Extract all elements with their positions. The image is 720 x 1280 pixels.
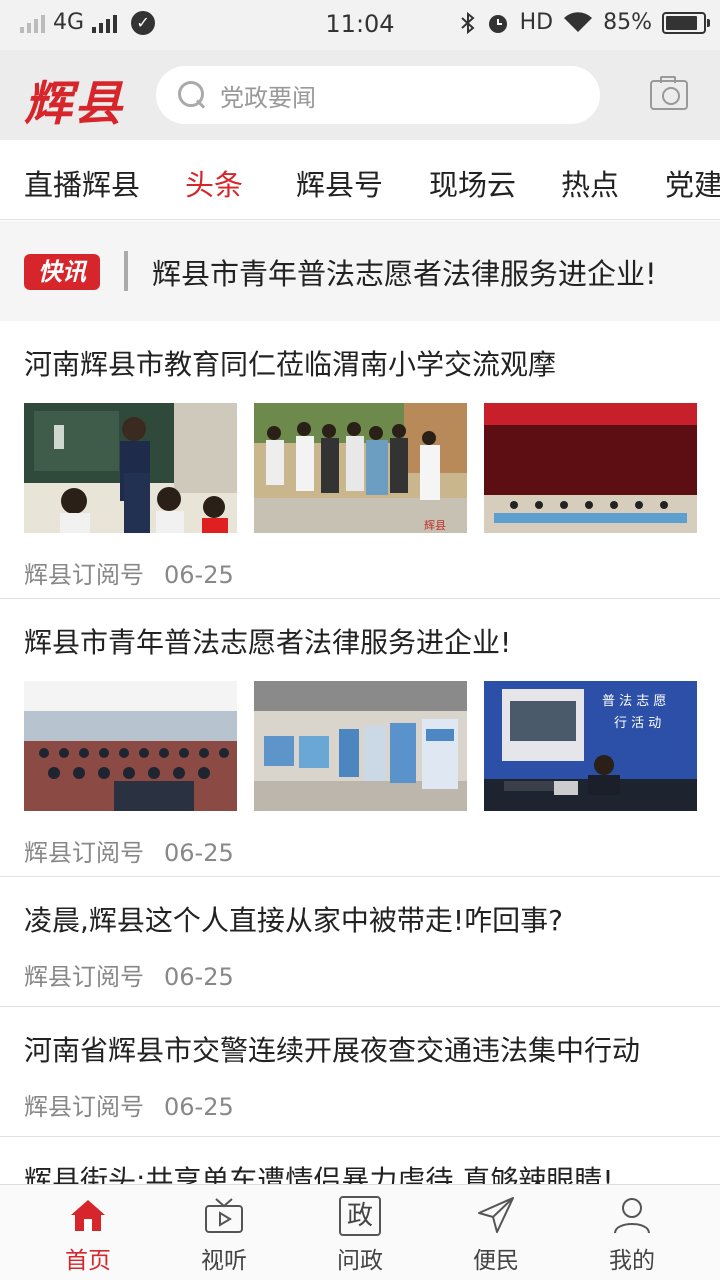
news-thumbnail-exhibition[interactable] — [254, 681, 467, 811]
status-bar: 4G ✓ 11:04 HD 85% — [0, 0, 720, 50]
flash-headline[interactable]: 辉县市青年普法志愿者法律服务进企业! — [152, 251, 657, 293]
nav-profile[interactable]: 我的 — [564, 1185, 700, 1280]
search-input[interactable]: 党政要闻 — [156, 66, 600, 124]
battery-icon — [662, 11, 710, 34]
hd-indicator: HD — [519, 10, 554, 35]
news-item[interactable]: 辉县街头:共享单车遭情侣暴力虐待,真够辣眼睛! — [0, 1137, 720, 1184]
news-thumbnail-visit[interactable]: 辉县 — [254, 403, 467, 533]
news-title[interactable]: 辉县街头:共享单车遭情侣暴力虐待,真够辣眼睛! — [24, 1159, 614, 1184]
svg-text:行 活 动: 行 活 动 — [614, 716, 661, 731]
news-thumbnail-stage[interactable] — [484, 403, 697, 533]
news-meta: 辉县订阅号 06-25 — [24, 555, 234, 590]
news-meta: 辉县订阅号 06-25 — [24, 957, 234, 992]
app-header: 辉县 党政要闻 — [0, 50, 720, 140]
svg-text:普 法 志 愿: 普 法 志 愿 — [602, 694, 666, 709]
nav-media[interactable]: 视听 — [156, 1185, 292, 1280]
alarm-icon — [488, 14, 507, 33]
nav-label: 首页 — [65, 1248, 111, 1274]
news-item[interactable]: 河南辉县市教育同仁莅临渭南小学交流观摩 辉县 辉县订阅号 06-25 — [0, 321, 720, 599]
nav-label: 我的 — [609, 1248, 655, 1274]
news-title[interactable]: 凌晨,辉县这个人直接从家中被带走!咋回事? — [24, 899, 563, 939]
news-date: 06-25 — [164, 839, 234, 867]
news-source: 辉县订阅号 — [24, 839, 144, 867]
news-source: 辉县订阅号 — [24, 561, 144, 589]
battery-percent: 85% — [603, 10, 652, 35]
news-source: 辉县订阅号 — [24, 963, 144, 991]
search-icon — [178, 81, 206, 109]
user-icon — [614, 1198, 650, 1234]
news-date: 06-25 — [164, 561, 234, 589]
news-title[interactable]: 辉县市青年普法志愿者法律服务进企业! — [24, 621, 511, 661]
nav-home[interactable]: 首页 — [20, 1185, 156, 1280]
search-placeholder: 党政要闻 — [220, 83, 316, 112]
news-title[interactable]: 河南省辉县市交警连续开展夜查交通违法集中行动 — [24, 1029, 640, 1069]
news-source: 辉县订阅号 — [24, 1093, 144, 1121]
nav-services[interactable]: 便民 — [428, 1185, 564, 1280]
nav-label: 便民 — [473, 1248, 519, 1274]
news-date: 06-25 — [164, 1093, 234, 1121]
flash-news[interactable]: 快讯 辉县市青年普法志愿者法律服务进企业! — [0, 221, 720, 321]
news-meta: 辉县订阅号 06-25 — [24, 833, 234, 868]
wifi-icon — [564, 11, 593, 32]
bluetooth-icon — [460, 11, 475, 34]
svg-text:辉县: 辉县 — [424, 519, 446, 532]
tab-party-building[interactable]: 党建 — [665, 162, 720, 204]
news-title[interactable]: 河南辉县市教育同仁莅临渭南小学交流观摩 — [24, 343, 556, 383]
camera-icon[interactable] — [650, 76, 688, 110]
news-item[interactable]: 河南省辉县市交警连续开展夜查交通违法集中行动 辉县订阅号 06-25 — [0, 1007, 720, 1137]
news-item[interactable]: 凌晨,辉县这个人直接从家中被带走!咋回事? 辉县订阅号 06-25 — [0, 877, 720, 1007]
nav-label: 问政 — [337, 1248, 383, 1274]
news-thumbnail-lecture[interactable]: 普 法 志 愿 行 活 动 — [484, 681, 697, 811]
channel-tabs: 直播辉县 头条 辉县号 现场云 热点 党建 — [0, 140, 720, 220]
zheng-icon: 政 — [339, 1196, 381, 1236]
app-logo[interactable]: 辉县 — [24, 64, 124, 134]
news-date: 06-25 — [164, 963, 234, 991]
news-thumbnail-auditorium[interactable] — [24, 681, 237, 811]
tab-scene-cloud[interactable]: 现场云 — [429, 162, 516, 204]
bottom-nav: 首页 视听 政 问政 便民 我的 — [0, 1184, 720, 1280]
nav-inquiry[interactable]: 政 问政 — [292, 1185, 428, 1280]
tab-hot[interactable]: 热点 — [561, 162, 619, 204]
nav-label: 视听 — [201, 1248, 247, 1274]
news-meta: 辉县订阅号 06-25 — [24, 1087, 234, 1122]
divider — [124, 251, 128, 291]
status-right: HD 85% — [460, 10, 710, 35]
news-thumbnail-classroom[interactable] — [24, 403, 237, 533]
home-icon — [71, 1200, 105, 1231]
tab-headlines[interactable]: 头条 — [185, 162, 243, 204]
news-item[interactable]: 辉县市青年普法志愿者法律服务进企业! 普 法 志 愿 行 活 动 辉县订阅号 0… — [0, 599, 720, 877]
flash-badge: 快讯 — [24, 254, 100, 290]
tab-huixian-hao[interactable]: 辉县号 — [296, 162, 383, 204]
battery-fill — [666, 15, 697, 30]
paper-plane-icon — [478, 1197, 514, 1233]
tab-live[interactable]: 直播辉县 — [24, 162, 140, 204]
tv-icon — [205, 1198, 243, 1233]
